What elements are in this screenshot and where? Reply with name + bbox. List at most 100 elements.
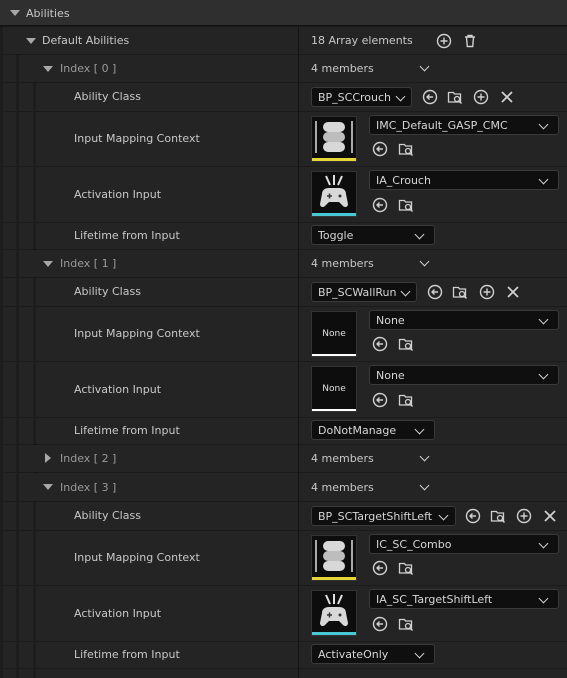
nest-rail	[33, 83, 36, 249]
clear-icon[interactable]	[499, 89, 515, 105]
use-selected-icon[interactable]	[422, 89, 438, 105]
ability-class-combo[interactable]: BP_SCWallRun	[311, 282, 417, 302]
index-label: Index [ 0 ]	[60, 62, 117, 75]
gamepad-icon	[320, 175, 348, 208]
activation-input-row: Activation Input IA_Crouch	[0, 167, 567, 222]
add-icon[interactable]	[473, 89, 489, 105]
chevron-down-icon	[538, 174, 549, 185]
browse-icon[interactable]	[490, 508, 506, 524]
thumb-none-label: None	[322, 329, 346, 339]
property-label: Ability Class	[74, 90, 141, 103]
use-selected-icon[interactable]	[372, 616, 388, 632]
asset-type-bar	[312, 354, 356, 356]
browse-icon[interactable]	[398, 336, 414, 352]
use-selected-icon[interactable]	[372, 141, 388, 157]
lifetime-combo[interactable]: Toggle	[311, 225, 435, 245]
empty-asset-thumbnail[interactable]: None	[311, 311, 357, 357]
ability-class-row: Ability Class BP_SCCrouch	[0, 83, 567, 111]
property-label: Activation Input	[74, 383, 162, 396]
chevron-down-icon	[538, 314, 549, 325]
property-label: Lifetime from Input	[74, 648, 180, 661]
imc-combo[interactable]: IC_SC_Combo	[369, 534, 559, 554]
property-label: Input Mapping Context	[74, 327, 200, 340]
chevron-down-icon	[400, 286, 411, 297]
browse-icon[interactable]	[398, 141, 414, 157]
expand-arrow-icon[interactable]	[43, 484, 53, 490]
asset-thumbnail[interactable]	[311, 590, 357, 636]
combo-value: IMC_Default_GASP_CMC	[376, 119, 508, 132]
nest-rail	[16, 55, 19, 678]
use-selected-icon[interactable]	[465, 508, 481, 524]
chevron-down-icon	[414, 424, 425, 435]
add-icon[interactable]	[436, 33, 452, 49]
clear-icon[interactable]	[505, 284, 521, 300]
index-label: Index [ 2 ]	[60, 452, 117, 465]
use-selected-icon[interactable]	[372, 560, 388, 576]
browse-icon[interactable]	[447, 89, 463, 105]
empty-asset-thumbnail[interactable]: None	[311, 366, 357, 412]
lifetime-combo[interactable]: DoNotManage	[311, 420, 435, 440]
ability-class-combo[interactable]: BP_SCCrouch	[311, 87, 412, 107]
expand-arrow-icon[interactable]	[26, 38, 36, 44]
chevron-down-icon	[414, 229, 425, 240]
members-count: 4 members	[311, 257, 374, 270]
use-selected-icon[interactable]	[372, 336, 388, 352]
expand-arrow-icon[interactable]	[10, 10, 20, 16]
index-row[interactable]: Index [ 2 ] 4 members	[0, 445, 567, 472]
lifetime-combo[interactable]: ActivateOnly	[311, 644, 435, 664]
use-selected-icon[interactable]	[372, 392, 388, 408]
trash-icon[interactable]	[462, 33, 478, 49]
add-icon[interactable]	[516, 508, 532, 524]
chevron-down-icon[interactable]	[419, 256, 430, 267]
asset-type-bar	[312, 213, 356, 216]
index-row[interactable]	[0, 669, 567, 678]
nest-rail	[33, 502, 36, 678]
chevron-down-icon	[395, 91, 406, 102]
index-row[interactable]: Index [ 0 ] 4 members	[0, 55, 567, 82]
imc-combo[interactable]: None	[369, 310, 559, 330]
combo-value: None	[376, 369, 405, 382]
chevron-down-icon	[438, 510, 449, 521]
lifetime-row: Lifetime from Input Toggle	[0, 223, 567, 249]
browse-icon[interactable]	[398, 560, 414, 576]
asset-thumbnail[interactable]	[311, 116, 357, 162]
ability-class-combo[interactable]: BP_SCTargetShiftLeft	[311, 506, 456, 526]
activation-input-combo[interactable]: None	[369, 365, 559, 385]
activation-input-combo[interactable]: IA_Crouch	[369, 170, 559, 190]
browse-icon[interactable]	[398, 616, 414, 632]
lifetime-row: Lifetime from Input ActivateOnly	[0, 642, 567, 668]
combo-value: Toggle	[318, 229, 354, 242]
asset-thumbnail[interactable]	[311, 535, 357, 581]
expand-arrow-icon[interactable]	[43, 261, 53, 267]
chevron-down-icon[interactable]	[419, 61, 430, 72]
gamepad-icon	[315, 121, 353, 153]
use-selected-icon[interactable]	[427, 284, 443, 300]
index-row[interactable]: Index [ 1 ] 4 members	[0, 250, 567, 277]
use-selected-icon[interactable]	[372, 197, 388, 213]
chevron-down-icon[interactable]	[419, 451, 430, 462]
members-count: 4 members	[311, 452, 374, 465]
abilities-section-header[interactable]: Abilities	[0, 0, 567, 26]
combo-value: ActivateOnly	[318, 648, 389, 661]
property-label: Activation Input	[74, 607, 162, 620]
column-divider[interactable]	[298, 27, 299, 678]
activation-input-combo[interactable]: IA_SC_TargetShiftLeft	[369, 589, 559, 609]
property-label: Input Mapping Context	[74, 132, 200, 145]
browse-icon[interactable]	[398, 392, 414, 408]
property-label: Ability Class	[74, 509, 141, 522]
gamepad-icon	[315, 540, 353, 572]
asset-type-bar	[312, 158, 356, 161]
chevron-down-icon[interactable]	[419, 480, 430, 491]
nest-rail	[33, 278, 36, 444]
activation-input-row: Activation Input IA_SC_TargetShiftLeft	[0, 586, 567, 641]
browse-icon[interactable]	[452, 284, 468, 300]
add-icon[interactable]	[479, 284, 495, 300]
clear-icon[interactable]	[542, 508, 558, 524]
combo-value: BP_SCTargetShiftLeft	[318, 510, 433, 523]
browse-icon[interactable]	[398, 197, 414, 213]
index-row[interactable]: Index [ 3 ] 4 members	[0, 473, 567, 501]
expand-arrow-icon[interactable]	[43, 66, 53, 72]
asset-thumbnail[interactable]	[311, 171, 357, 217]
imc-combo[interactable]: IMC_Default_GASP_CMC	[369, 115, 559, 135]
collapse-arrow-icon[interactable]	[45, 453, 51, 463]
